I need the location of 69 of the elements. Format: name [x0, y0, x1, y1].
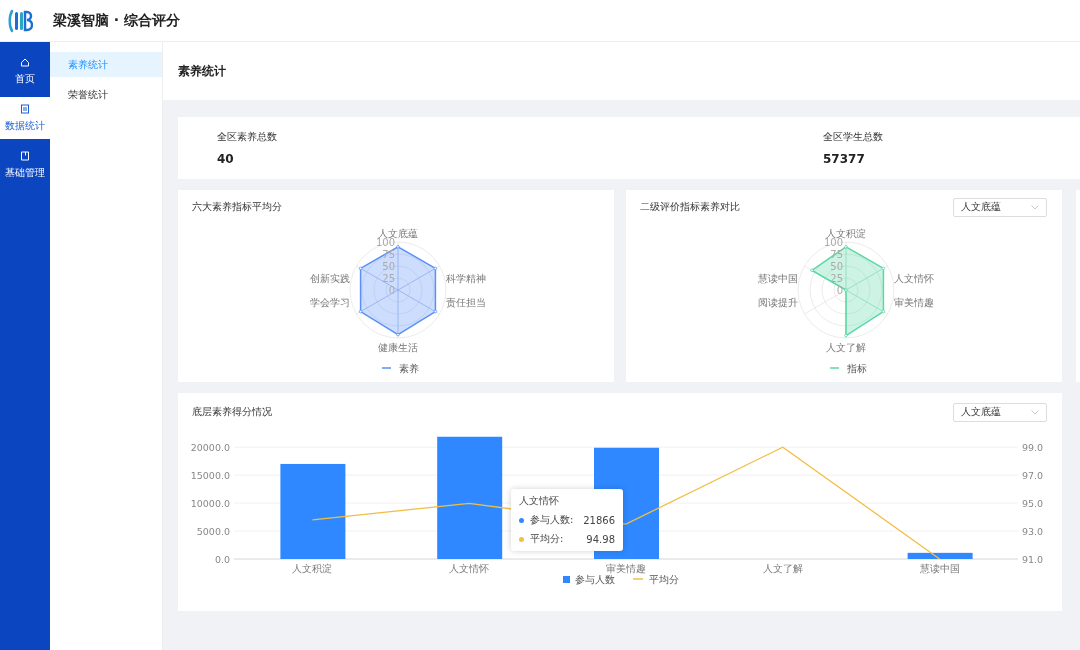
axis-tick-label: 0 — [388, 285, 395, 296]
legend-label: 平均分 — [649, 574, 679, 585]
home-icon — [20, 56, 30, 67]
card-title: 二级评价指标素养对比 — [640, 200, 740, 214]
axis-tick-label: 99.0 — [1022, 442, 1044, 454]
axis-label: 学会学习 — [310, 297, 351, 308]
stat-label: 全区素养总数 — [217, 129, 278, 144]
axis-label: 人文情怀 — [449, 563, 490, 574]
submenu-item[interactable]: 荣誉统计 — [50, 82, 162, 107]
dropdown[interactable]: 人文底蕴 — [953, 402, 1047, 422]
axis-label: 人文底蕴 — [378, 228, 418, 239]
axis-tick-label: 15000.0 — [190, 470, 230, 482]
dropdown[interactable]: 人文底蕴 — [953, 197, 1047, 217]
tooltip-value: 94.98 — [586, 533, 615, 545]
axis-tick-label: 50 — [830, 261, 843, 272]
axis-tick-label: 91.0 — [1022, 554, 1044, 565]
nav-item[interactable]: 基础管理 — [0, 144, 50, 186]
chevron-icon — [1031, 204, 1039, 210]
app-title: 梁溪智脑 · 综合评分 — [53, 11, 181, 30]
axis-tick-label: 0 — [836, 285, 843, 296]
bar — [907, 552, 973, 559]
axis-label: 人文积淀 — [292, 563, 333, 574]
tooltip-label: 平均分: — [530, 532, 564, 546]
axis-tick-label: 100 — [823, 237, 843, 248]
axis-tick-label: 10000.0 — [190, 498, 230, 510]
stat-label: 全区学生总数 — [823, 129, 884, 144]
tooltip-title: 人文情怀 — [519, 494, 560, 508]
axis-label: 健康生活 — [378, 342, 418, 353]
axis-tick-label: 100 — [375, 237, 395, 248]
tooltip-label: 参与人数: — [530, 513, 574, 527]
axis-label: 审美情趣 — [606, 563, 646, 574]
legend-line-icon — [632, 578, 644, 580]
nav-item[interactable]: 数据统计 — [0, 97, 50, 139]
legend-label: 指标 — [847, 363, 867, 374]
list-icon — [20, 103, 30, 114]
axis-tick-label: 97.0 — [1022, 470, 1044, 482]
nav-item[interactable]: 首页 — [0, 50, 50, 92]
axis-tick-label: 25 — [830, 273, 843, 284]
tooltip-value: 21866 — [583, 514, 615, 526]
logo-icon — [8, 7, 33, 34]
axis-tick-label: 75 — [382, 249, 395, 260]
card-title: 六大素养指标平均分 — [192, 200, 282, 214]
axis-label: 创新实践 — [310, 273, 351, 284]
axis-tick-label: 20000.0 — [190, 442, 230, 454]
axis-label: 人文积淀 — [826, 228, 866, 239]
axis-label: 人文情怀 — [893, 273, 934, 284]
axis-label: 阅读提升 — [758, 297, 799, 308]
axis-label: 科学精神 — [445, 273, 486, 284]
axis-label: 人文了解 — [826, 342, 866, 353]
axis-tick-label: 25 — [382, 273, 395, 284]
card-title: 底层素养得分情况 — [192, 405, 272, 419]
legend-label: 参与人数 — [575, 574, 615, 585]
chevron-icon — [1031, 409, 1039, 415]
axis-label: 人文了解 — [762, 563, 803, 574]
axis-tick-label: 5000.0 — [196, 526, 230, 538]
page-icon — [20, 150, 30, 161]
stat-value: 57377 — [823, 151, 865, 166]
axis-label: 慧读中国 — [919, 563, 960, 574]
axis-tick-label: 93.0 — [1022, 526, 1044, 538]
legend-square-icon — [563, 576, 570, 583]
axis-label: 审美情趣 — [893, 297, 934, 308]
axis-tick-label: 0.0 — [214, 554, 230, 565]
axis-label: 责任担当 — [445, 297, 486, 308]
legend-label: 素养 — [399, 363, 419, 374]
page-title: 素养统计 — [178, 62, 226, 80]
axis-tick-label: 95.0 — [1022, 498, 1044, 510]
axis-label: 慧读中国 — [758, 273, 799, 284]
axis-tick-label: 50 — [382, 261, 395, 272]
stat-value: 40 — [217, 151, 234, 166]
